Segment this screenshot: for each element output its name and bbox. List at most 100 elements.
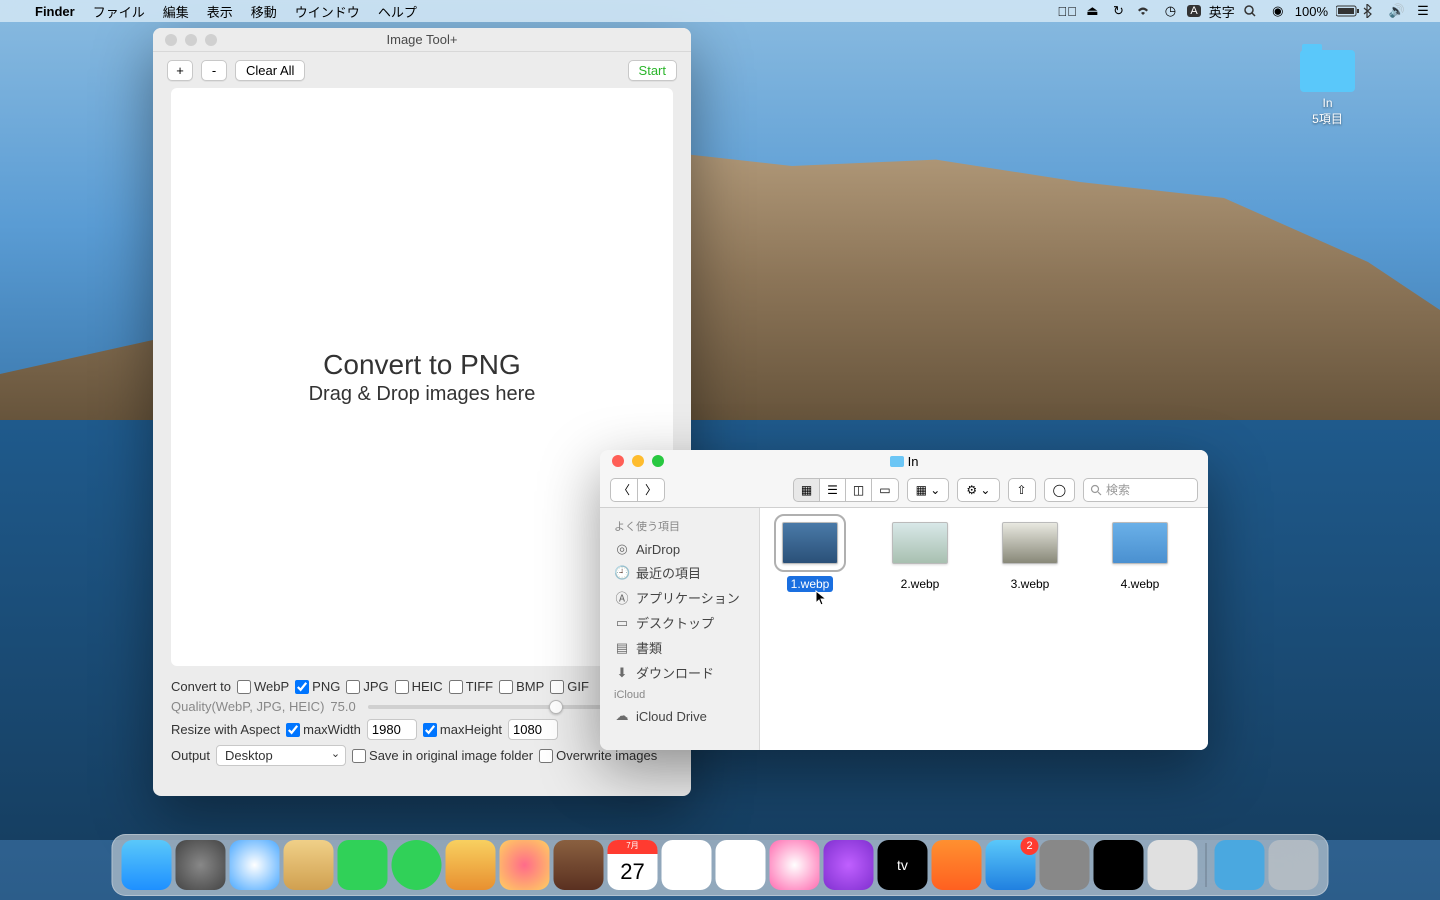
format-heic[interactable]: [395, 680, 409, 694]
minimize-button[interactable]: [632, 455, 644, 467]
file-item[interactable]: 3.webp: [990, 522, 1070, 592]
format-webp[interactable]: [237, 680, 251, 694]
output-select[interactable]: Desktop: [216, 745, 346, 766]
close-button[interactable]: [165, 34, 177, 46]
folder-icon: [890, 456, 904, 467]
sidebar-applications[interactable]: Ⓐアプリケーション: [600, 585, 759, 610]
file-grid[interactable]: 1.webp 2.webp 3.webp 4.webp: [760, 508, 1208, 750]
sidebar-iclouddrive[interactable]: ☁iCloud Drive: [600, 705, 759, 727]
file-item[interactable]: 1.webp: [770, 522, 850, 592]
drop-area[interactable]: Convert to PNG Drag & Drop images here: [171, 88, 673, 666]
minimize-button[interactable]: [185, 34, 197, 46]
menu-window[interactable]: ウインドウ: [286, 2, 369, 21]
dock-mail[interactable]: [284, 840, 334, 890]
file-item[interactable]: 4.webp: [1100, 522, 1180, 592]
format-png[interactable]: [295, 680, 309, 694]
clock-icon[interactable]: ◷: [1161, 3, 1179, 19]
menu-file[interactable]: ファイル: [84, 2, 154, 21]
file-thumbnail: [782, 522, 838, 564]
dock-launchpad[interactable]: [176, 840, 226, 890]
bluetooth-icon[interactable]: [1362, 4, 1380, 18]
maxheight-checkbox[interactable]: [423, 723, 437, 737]
timemachine-icon[interactable]: ↻: [1109, 3, 1127, 19]
file-thumbnail: [892, 522, 948, 564]
dock-reminders[interactable]: [662, 840, 712, 890]
gallery-view[interactable]: ▭: [872, 478, 898, 502]
share-button[interactable]: ⇧: [1008, 478, 1036, 502]
menu-help[interactable]: ヘルプ: [369, 2, 426, 21]
dock-appstore[interactable]: [986, 840, 1036, 890]
format-bmp[interactable]: [499, 680, 513, 694]
dock-trash[interactable]: [1269, 840, 1319, 890]
dock-finder[interactable]: [122, 840, 172, 890]
dock-tv[interactable]: tv: [878, 840, 928, 890]
dock-podcasts[interactable]: [824, 840, 874, 890]
quality-slider[interactable]: [368, 705, 628, 709]
ime-indicator[interactable]: A: [1187, 5, 1200, 17]
dock-photos[interactable]: [500, 840, 550, 890]
dock-safari[interactable]: [230, 840, 280, 890]
maxheight-field[interactable]: [508, 719, 558, 740]
save-orig-checkbox[interactable]: [352, 749, 366, 763]
maxwidth-field[interactable]: [367, 719, 417, 740]
maxwidth-checkbox[interactable]: [286, 723, 300, 737]
search-field[interactable]: 検索: [1083, 478, 1198, 502]
battery-icon[interactable]: [1336, 5, 1354, 17]
list-view[interactable]: ☰: [820, 478, 846, 502]
forward-button[interactable]: 〉: [638, 478, 665, 502]
file-item[interactable]: 2.webp: [880, 522, 960, 592]
siri-icon[interactable]: ◉: [1269, 3, 1287, 19]
dock-messages[interactable]: [338, 840, 388, 890]
screenrec-icon[interactable]: ◉⃞: [1057, 4, 1075, 19]
format-jpg[interactable]: [346, 680, 360, 694]
add-button[interactable]: +: [167, 60, 193, 81]
clearall-button[interactable]: Clear All: [235, 60, 305, 81]
titlebar[interactable]: Image Tool+: [153, 28, 691, 52]
dock-messages2[interactable]: [392, 840, 442, 890]
dock-notes[interactable]: [716, 840, 766, 890]
eject-icon[interactable]: ⏏: [1083, 3, 1101, 19]
notification-icon[interactable]: ☰: [1414, 3, 1432, 19]
dock-maps[interactable]: [446, 840, 496, 890]
format-gif[interactable]: [550, 680, 564, 694]
tags-button[interactable]: ◯: [1044, 478, 1075, 502]
zoom-button[interactable]: [205, 34, 217, 46]
column-view[interactable]: ◫: [846, 478, 872, 502]
convert-label: Convert to: [171, 679, 231, 694]
dock-settings[interactable]: [1040, 840, 1090, 890]
icon-view[interactable]: ▦: [793, 478, 820, 502]
dock-downloads[interactable]: [1215, 840, 1265, 890]
menu-go[interactable]: 移動: [242, 2, 286, 21]
dock-music[interactable]: [770, 840, 820, 890]
sidebar-downloads[interactable]: ⬇ダウンロード: [600, 660, 759, 685]
spotlight-icon[interactable]: [1243, 4, 1261, 18]
file-name: 2.webp: [899, 576, 942, 592]
zoom-button[interactable]: [652, 455, 664, 467]
menu-view[interactable]: 表示: [198, 2, 242, 21]
action-button[interactable]: ⚙ ⌄: [957, 478, 999, 502]
menu-edit[interactable]: 編集: [154, 2, 198, 21]
dock-books[interactable]: [932, 840, 982, 890]
sidebar-documents[interactable]: ▤書類: [600, 635, 759, 660]
back-button[interactable]: 〈: [610, 478, 638, 502]
format-tiff[interactable]: [449, 680, 463, 694]
sidebar-recents[interactable]: 🕘最近の項目: [600, 560, 759, 585]
overwrite-checkbox[interactable]: [539, 749, 553, 763]
group-button[interactable]: ▦ ⌄: [907, 478, 950, 502]
remove-button[interactable]: -: [201, 60, 227, 81]
finder-titlebar[interactable]: In: [600, 450, 1208, 472]
file-thumbnail: [1112, 522, 1168, 564]
window-title: Image Tool+: [153, 32, 691, 47]
app-menu[interactable]: Finder: [26, 4, 84, 19]
desktop-folder-in[interactable]: In 5項目: [1300, 50, 1355, 127]
dock-calendar[interactable]: 7月27: [608, 840, 658, 890]
dock-activity[interactable]: [1094, 840, 1144, 890]
sidebar-desktop[interactable]: ▭デスクトップ: [600, 610, 759, 635]
start-button[interactable]: Start: [628, 60, 677, 81]
dock-contacts[interactable]: [554, 840, 604, 890]
dock-preview[interactable]: [1148, 840, 1198, 890]
sidebar-airdrop[interactable]: ◎AirDrop: [600, 538, 759, 560]
close-button[interactable]: [612, 455, 624, 467]
wifi-icon[interactable]: [1135, 5, 1153, 17]
volume-icon[interactable]: 🔊: [1388, 3, 1406, 19]
